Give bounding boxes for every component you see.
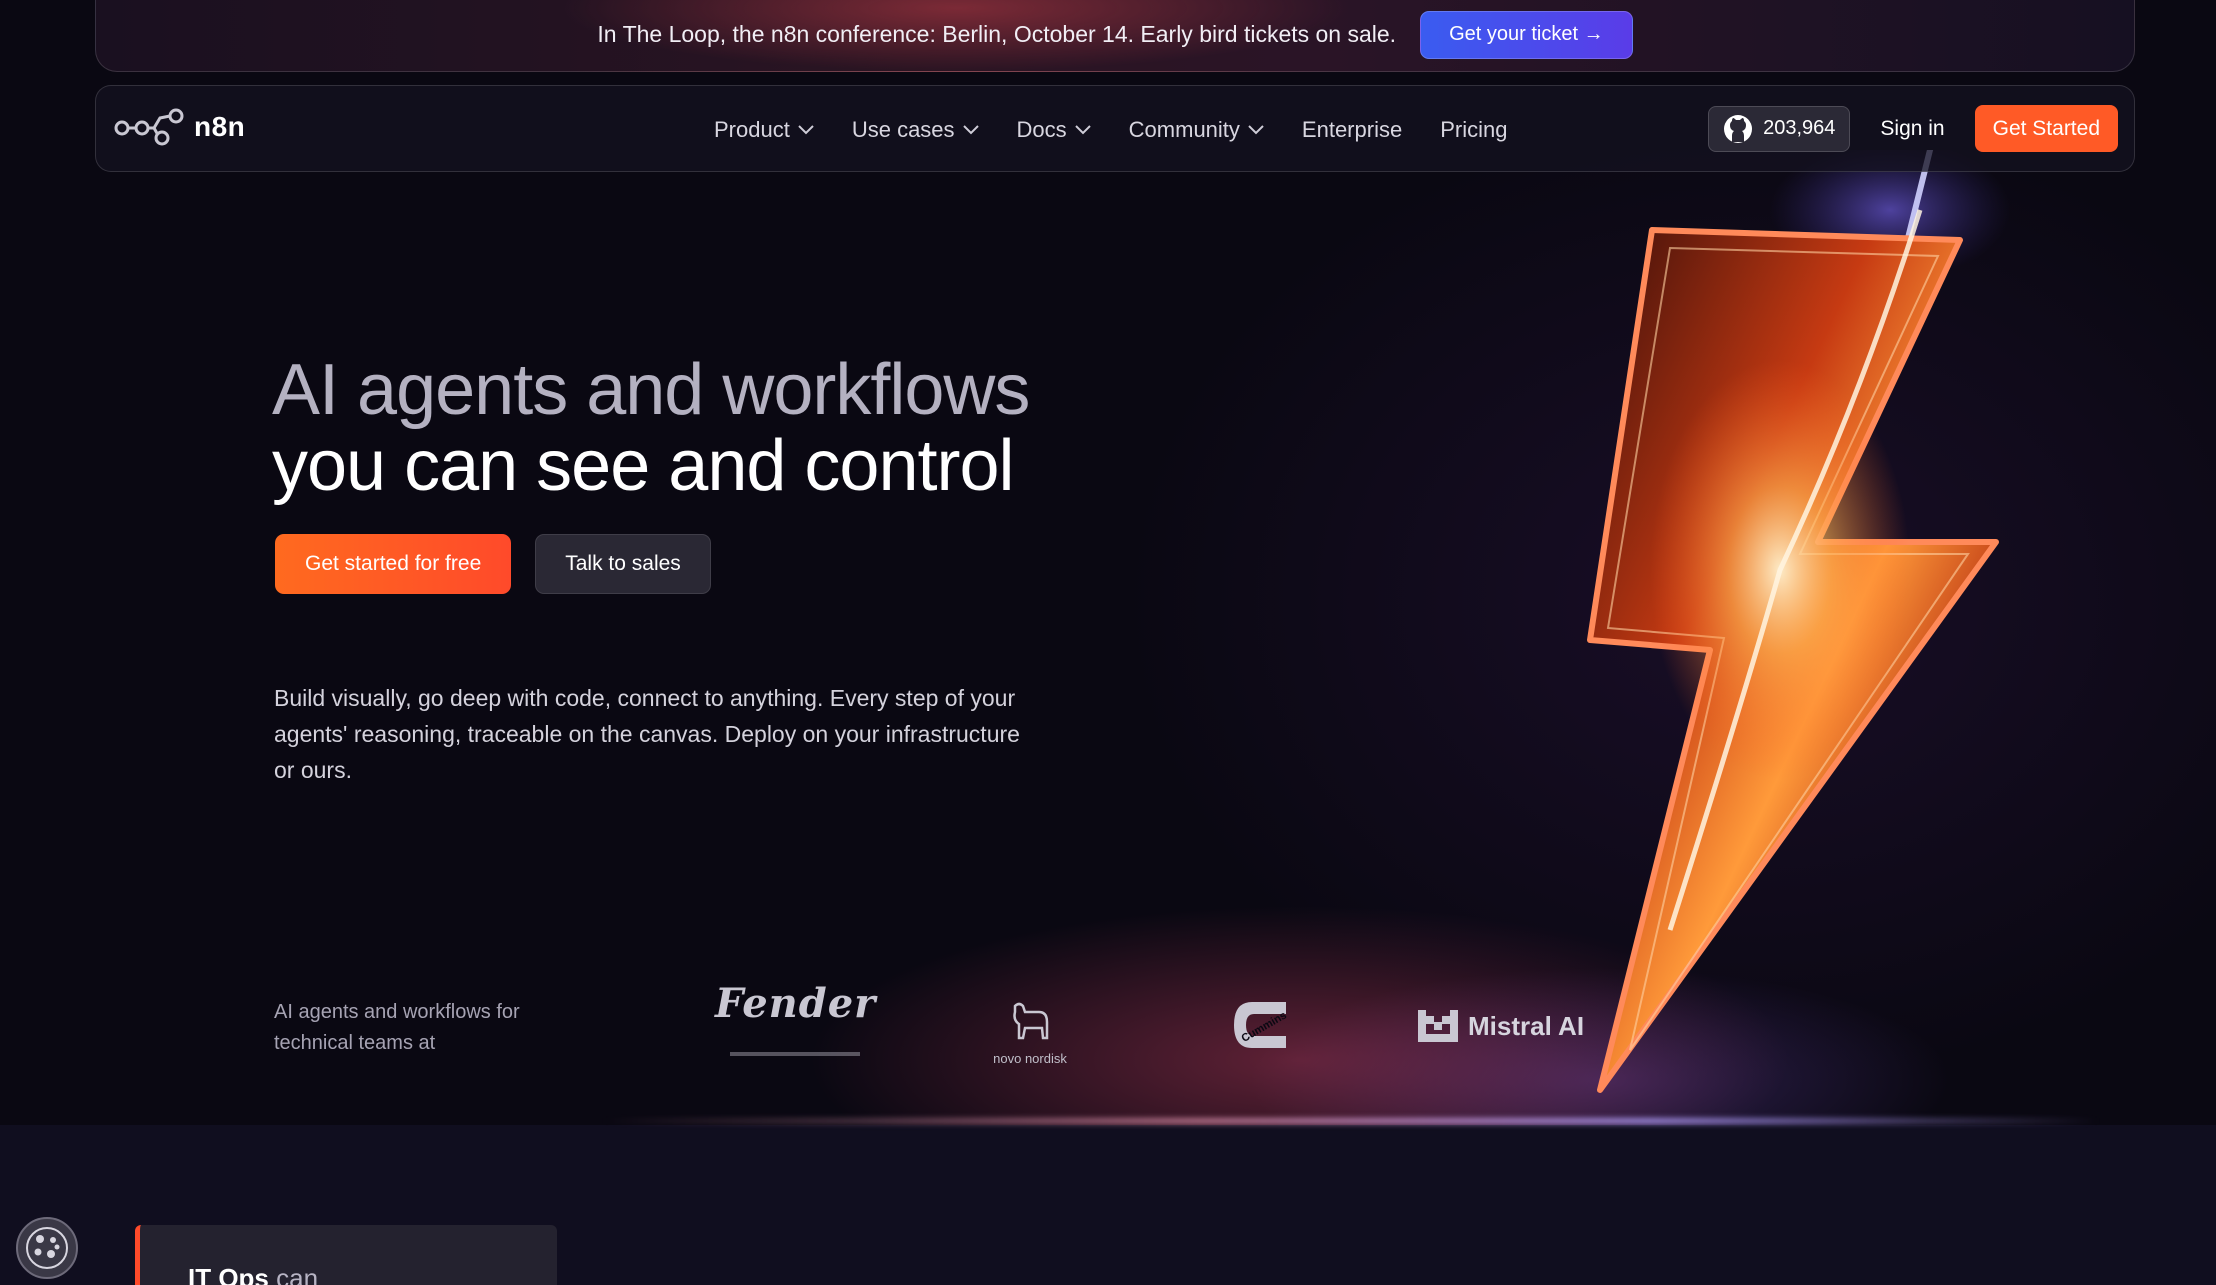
sign-in-link[interactable]: Sign in [1880, 117, 1944, 141]
nav-item-pricing[interactable]: Pricing [1440, 117, 1507, 143]
card-suffix: can [268, 1263, 319, 1285]
nav-item-use-cases[interactable]: Use cases [852, 117, 979, 143]
github-stars-button[interactable]: 203,964 [1708, 105, 1851, 152]
logos-caption: AI agents and workflows for technical te… [274, 1001, 520, 1054]
card-heading: IT Ops can [188, 1263, 318, 1285]
chevron-down-icon [1074, 124, 1091, 134]
nav-item-label: Pricing [1440, 116, 1508, 142]
nav-item-product[interactable]: Product [714, 117, 814, 143]
nav-item-enterprise[interactable]: Enterprise [1302, 117, 1402, 143]
banner-text: In The Loop, the n8n conference: Berlin,… [597, 21, 1397, 47]
chevron-down-icon [1248, 124, 1264, 134]
nav-item-label: Enterprise [1301, 116, 1403, 142]
hero-title-line2: you can see and control [272, 426, 1015, 506]
partial-logo-divider [730, 1052, 860, 1056]
hero-title-line1: AI agents and workflows [272, 350, 1030, 430]
cummins-logo: Cummins [1230, 996, 1292, 1059]
cookie-icon [26, 1227, 68, 1269]
nav-item-label: Use cases [851, 116, 955, 142]
horizon-glow [600, 1118, 2100, 1124]
hero-cta-group: Get started for free Talk to sales [275, 534, 711, 594]
mistral-logo-mark [1418, 1010, 1458, 1042]
talk-to-sales-button[interactable]: Talk to sales [535, 534, 711, 594]
nav-item-label: Docs [1016, 116, 1067, 142]
novo-nordisk-wordmark: novo nordisk [993, 1051, 1067, 1066]
chevron-down-icon [962, 124, 979, 134]
get-ticket-button[interactable]: Get your ticket → [1420, 10, 1633, 59]
n8n-logo[interactable]: n8n [114, 108, 245, 146]
nav-item-label: Community [1128, 116, 1240, 142]
mistral-wordmark: Mistral AI [1468, 1010, 1585, 1041]
n8n-logo-icon [114, 108, 184, 146]
get-started-free-button[interactable]: Get started for free [275, 534, 512, 594]
novo-nordisk-logo: novo nordisk [985, 1000, 1075, 1066]
hero-title: AI agents and workflows you can see and … [272, 350, 1030, 506]
get-started-button[interactable]: Get Started [1974, 105, 2118, 152]
nav-menu: Product Use cases Docs Community Enterpr… [714, 86, 1507, 173]
lightning-bolt-illustration [1587, 150, 2010, 1093]
github-icon [1724, 114, 1753, 143]
cummins-logo-mark: Cummins [1234, 1002, 1289, 1048]
announcement-banner: In The Loop, the n8n conference: Berlin,… [95, 0, 2135, 72]
logo-text: n8n [194, 111, 246, 142]
novo-nordisk-bull-icon [1013, 1002, 1049, 1040]
chevron-down-icon [798, 124, 814, 134]
github-star-count: 203,964 [1763, 117, 1836, 139]
hero-description: Build visually, go deep with code, conne… [274, 685, 1020, 783]
nav-item-docs[interactable]: Docs [1017, 117, 1091, 143]
fender-logo: Fender [715, 980, 877, 1027]
nav-actions: 203,964 Sign in Get Started [1708, 105, 2118, 152]
mistral-ai-logo: Mistral AI [1418, 1010, 1584, 1042]
nav-item-label: Product [714, 116, 790, 142]
use-case-card[interactable]: IT Ops can [135, 1225, 557, 1285]
card-title: IT Ops [188, 1263, 269, 1285]
cookie-settings-button[interactable] [16, 1217, 78, 1279]
nav-item-community[interactable]: Community [1129, 117, 1264, 143]
navbar: n8n Product Use cases Docs Community Ent… [95, 85, 2135, 172]
